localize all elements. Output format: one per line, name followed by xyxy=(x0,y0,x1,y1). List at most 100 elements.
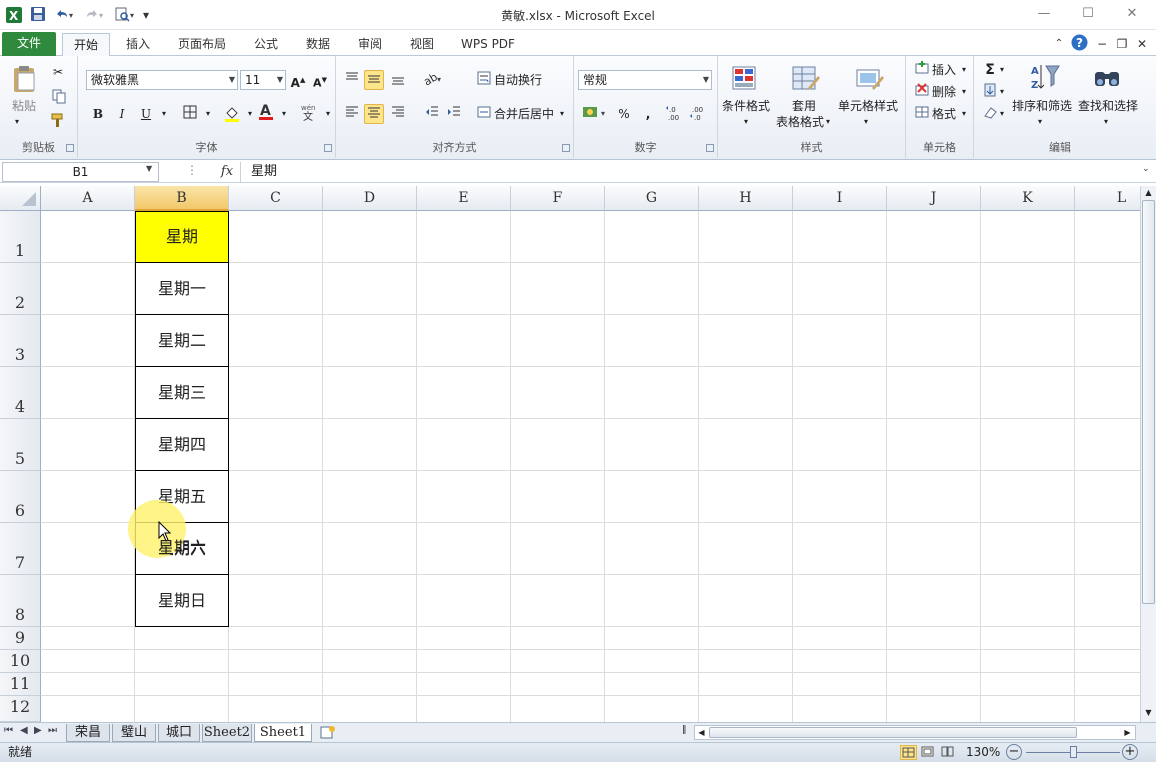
doc-minimize-icon[interactable]: − xyxy=(1094,33,1110,56)
align-center-icon[interactable] xyxy=(364,104,384,124)
sheet-tab-sheet1[interactable]: Sheet1 xyxy=(254,724,312,742)
conditional-dropdown-icon[interactable]: ▾ xyxy=(744,114,748,130)
sort-filter-dropdown-icon[interactable]: ▾ xyxy=(1038,114,1042,130)
align-middle-icon[interactable] xyxy=(364,70,384,90)
wrap-text-label[interactable]: 自动换行 xyxy=(494,72,542,88)
clear-icon[interactable] xyxy=(980,104,1000,124)
fill-dropdown-icon[interactable]: ▾ xyxy=(1000,84,1004,100)
sheet-tab-chengkou[interactable]: 城口 xyxy=(158,724,200,742)
zoom-out-icon[interactable]: − xyxy=(1006,744,1022,760)
alignment-launcher-icon[interactable] xyxy=(562,144,570,152)
font-name-select[interactable]: 微软雅黑 ▼ xyxy=(86,70,238,90)
paste-icon[interactable] xyxy=(10,64,40,94)
tab-insert[interactable]: 插入 xyxy=(116,33,160,56)
clear-dropdown-icon[interactable]: ▾ xyxy=(1000,106,1004,122)
increase-decimal-icon[interactable]: .0.00 xyxy=(666,104,688,124)
wrap-text-icon[interactable] xyxy=(474,70,494,90)
format-painter-icon[interactable] xyxy=(48,112,68,132)
phonetic-dropdown-icon[interactable]: ▾ xyxy=(318,104,338,124)
doc-close-icon[interactable]: ✕ xyxy=(1134,33,1150,56)
column-header-c[interactable]: C xyxy=(229,186,323,211)
insert-cells-icon[interactable] xyxy=(912,60,932,80)
format-cells-icon[interactable] xyxy=(912,104,932,124)
autosum-dropdown-icon[interactable]: ▾ xyxy=(1000,62,1004,78)
shrink-font-icon[interactable]: A▼ xyxy=(310,70,330,90)
tab-view[interactable]: 视图 xyxy=(400,33,444,56)
scroll-left-icon[interactable]: ◀ xyxy=(695,726,708,739)
column-header-j[interactable]: J xyxy=(887,186,981,211)
tab-wps-pdf[interactable]: WPS PDF xyxy=(452,33,524,56)
cell-b3[interactable]: 星期二 xyxy=(135,314,229,367)
tab-split-handle[interactable]: ‖ xyxy=(682,725,692,740)
row-header-5[interactable]: 5 xyxy=(0,419,41,471)
column-header-b[interactable]: B xyxy=(135,186,229,211)
delete-dropdown-icon[interactable]: ▾ xyxy=(962,84,966,100)
insert-dropdown-icon[interactable]: ▾ xyxy=(962,62,966,78)
clipboard-launcher-icon[interactable] xyxy=(66,144,74,152)
name-box-dropdown-icon[interactable]: ▼ xyxy=(146,164,152,173)
last-sheet-icon[interactable]: ⏭ xyxy=(48,725,57,736)
tab-file[interactable]: 文件 xyxy=(2,32,56,56)
sort-filter-label[interactable]: 排序和筛选 xyxy=(1012,98,1072,114)
fill-icon[interactable] xyxy=(980,82,1000,102)
border-dropdown-icon[interactable]: ▾ xyxy=(198,104,218,124)
delete-cells-label[interactable]: 删除 xyxy=(932,84,956,100)
worksheet-grid[interactable]: A B C D E F G H I J K L 1 2 3 4 5 6 7 8 … xyxy=(0,186,1140,722)
align-top-icon[interactable] xyxy=(342,70,362,90)
comma-button[interactable]: , xyxy=(638,104,658,124)
delete-cells-icon[interactable] xyxy=(912,82,932,102)
row-header-2[interactable]: 2 xyxy=(0,263,41,315)
formula-expand-icon[interactable]: ⌄ xyxy=(1142,164,1150,174)
next-sheet-icon[interactable]: ▶ xyxy=(34,725,42,736)
scroll-thumb[interactable] xyxy=(1142,200,1155,604)
column-header-d[interactable]: D xyxy=(323,186,417,211)
tab-data[interactable]: 数据 xyxy=(296,33,340,56)
select-all-corner[interactable] xyxy=(0,186,41,211)
zoom-slider-thumb[interactable] xyxy=(1070,746,1077,758)
cell-styles-label[interactable]: 单元格样式 xyxy=(838,98,898,114)
column-header-f[interactable]: F xyxy=(511,186,605,211)
doc-restore-icon[interactable]: ❐ xyxy=(1114,33,1130,56)
column-header-e[interactable]: E xyxy=(417,186,511,211)
minimize-icon[interactable]: — xyxy=(1030,4,1058,24)
underline-button[interactable]: U xyxy=(136,104,156,124)
find-select-dropdown-icon[interactable]: ▾ xyxy=(1104,114,1108,130)
format-dropdown-icon[interactable]: ▾ xyxy=(962,106,966,122)
zoom-in-icon[interactable]: + xyxy=(1122,744,1138,760)
accounting-format-icon[interactable]: ▾ xyxy=(580,104,610,124)
cell-b2[interactable]: 星期一 xyxy=(135,262,229,315)
align-left-icon[interactable] xyxy=(342,104,362,124)
merge-dropdown-icon[interactable]: ▾ xyxy=(560,106,564,122)
page-break-view-icon[interactable] xyxy=(940,745,957,760)
merge-center-label[interactable]: 合并后居中 xyxy=(494,106,554,122)
sort-filter-icon[interactable]: AZ xyxy=(1030,62,1060,92)
conditional-format-icon[interactable] xyxy=(730,64,760,94)
horizontal-scrollbar[interactable]: ◀ ▶ xyxy=(694,725,1136,740)
row-header-7[interactable]: 7 xyxy=(0,523,41,575)
format-cells-label[interactable]: 格式 xyxy=(932,106,956,122)
help-icon[interactable]: ? xyxy=(1070,34,1088,57)
insert-cells-label[interactable]: 插入 xyxy=(932,62,956,78)
column-header-a[interactable]: A xyxy=(41,186,135,211)
cell-styles-icon[interactable] xyxy=(854,64,884,94)
prev-sheet-icon[interactable]: ◀ xyxy=(20,725,28,736)
number-format-select[interactable]: 常规 ▼ xyxy=(578,70,712,90)
row-header-10[interactable]: 10 xyxy=(0,650,41,673)
cell-b5[interactable]: 星期四 xyxy=(135,418,229,471)
scroll-down-icon[interactable]: ▼ xyxy=(1142,706,1155,720)
row-header-6[interactable]: 6 xyxy=(0,471,41,523)
cell-b8[interactable]: 星期日 xyxy=(135,574,229,627)
column-header-i[interactable]: I xyxy=(793,186,887,211)
insert-function-button[interactable]: fx xyxy=(216,162,238,182)
sheet-tab-rongchang[interactable]: 荣昌 xyxy=(66,724,110,742)
scroll-up-icon[interactable]: ▲ xyxy=(1142,186,1155,200)
tab-formulas[interactable]: 公式 xyxy=(244,33,288,56)
font-color-icon[interactable]: A xyxy=(256,102,276,122)
close-icon[interactable]: ✕ xyxy=(1118,4,1146,24)
first-sheet-icon[interactable]: ⏮ xyxy=(4,725,13,736)
tab-page-layout[interactable]: 页面布局 xyxy=(168,33,236,56)
h-scroll-thumb[interactable] xyxy=(709,727,1077,738)
tab-review[interactable]: 审阅 xyxy=(348,33,392,56)
increase-indent-icon[interactable] xyxy=(444,104,464,124)
paste-label[interactable]: 粘贴 xyxy=(12,98,36,114)
